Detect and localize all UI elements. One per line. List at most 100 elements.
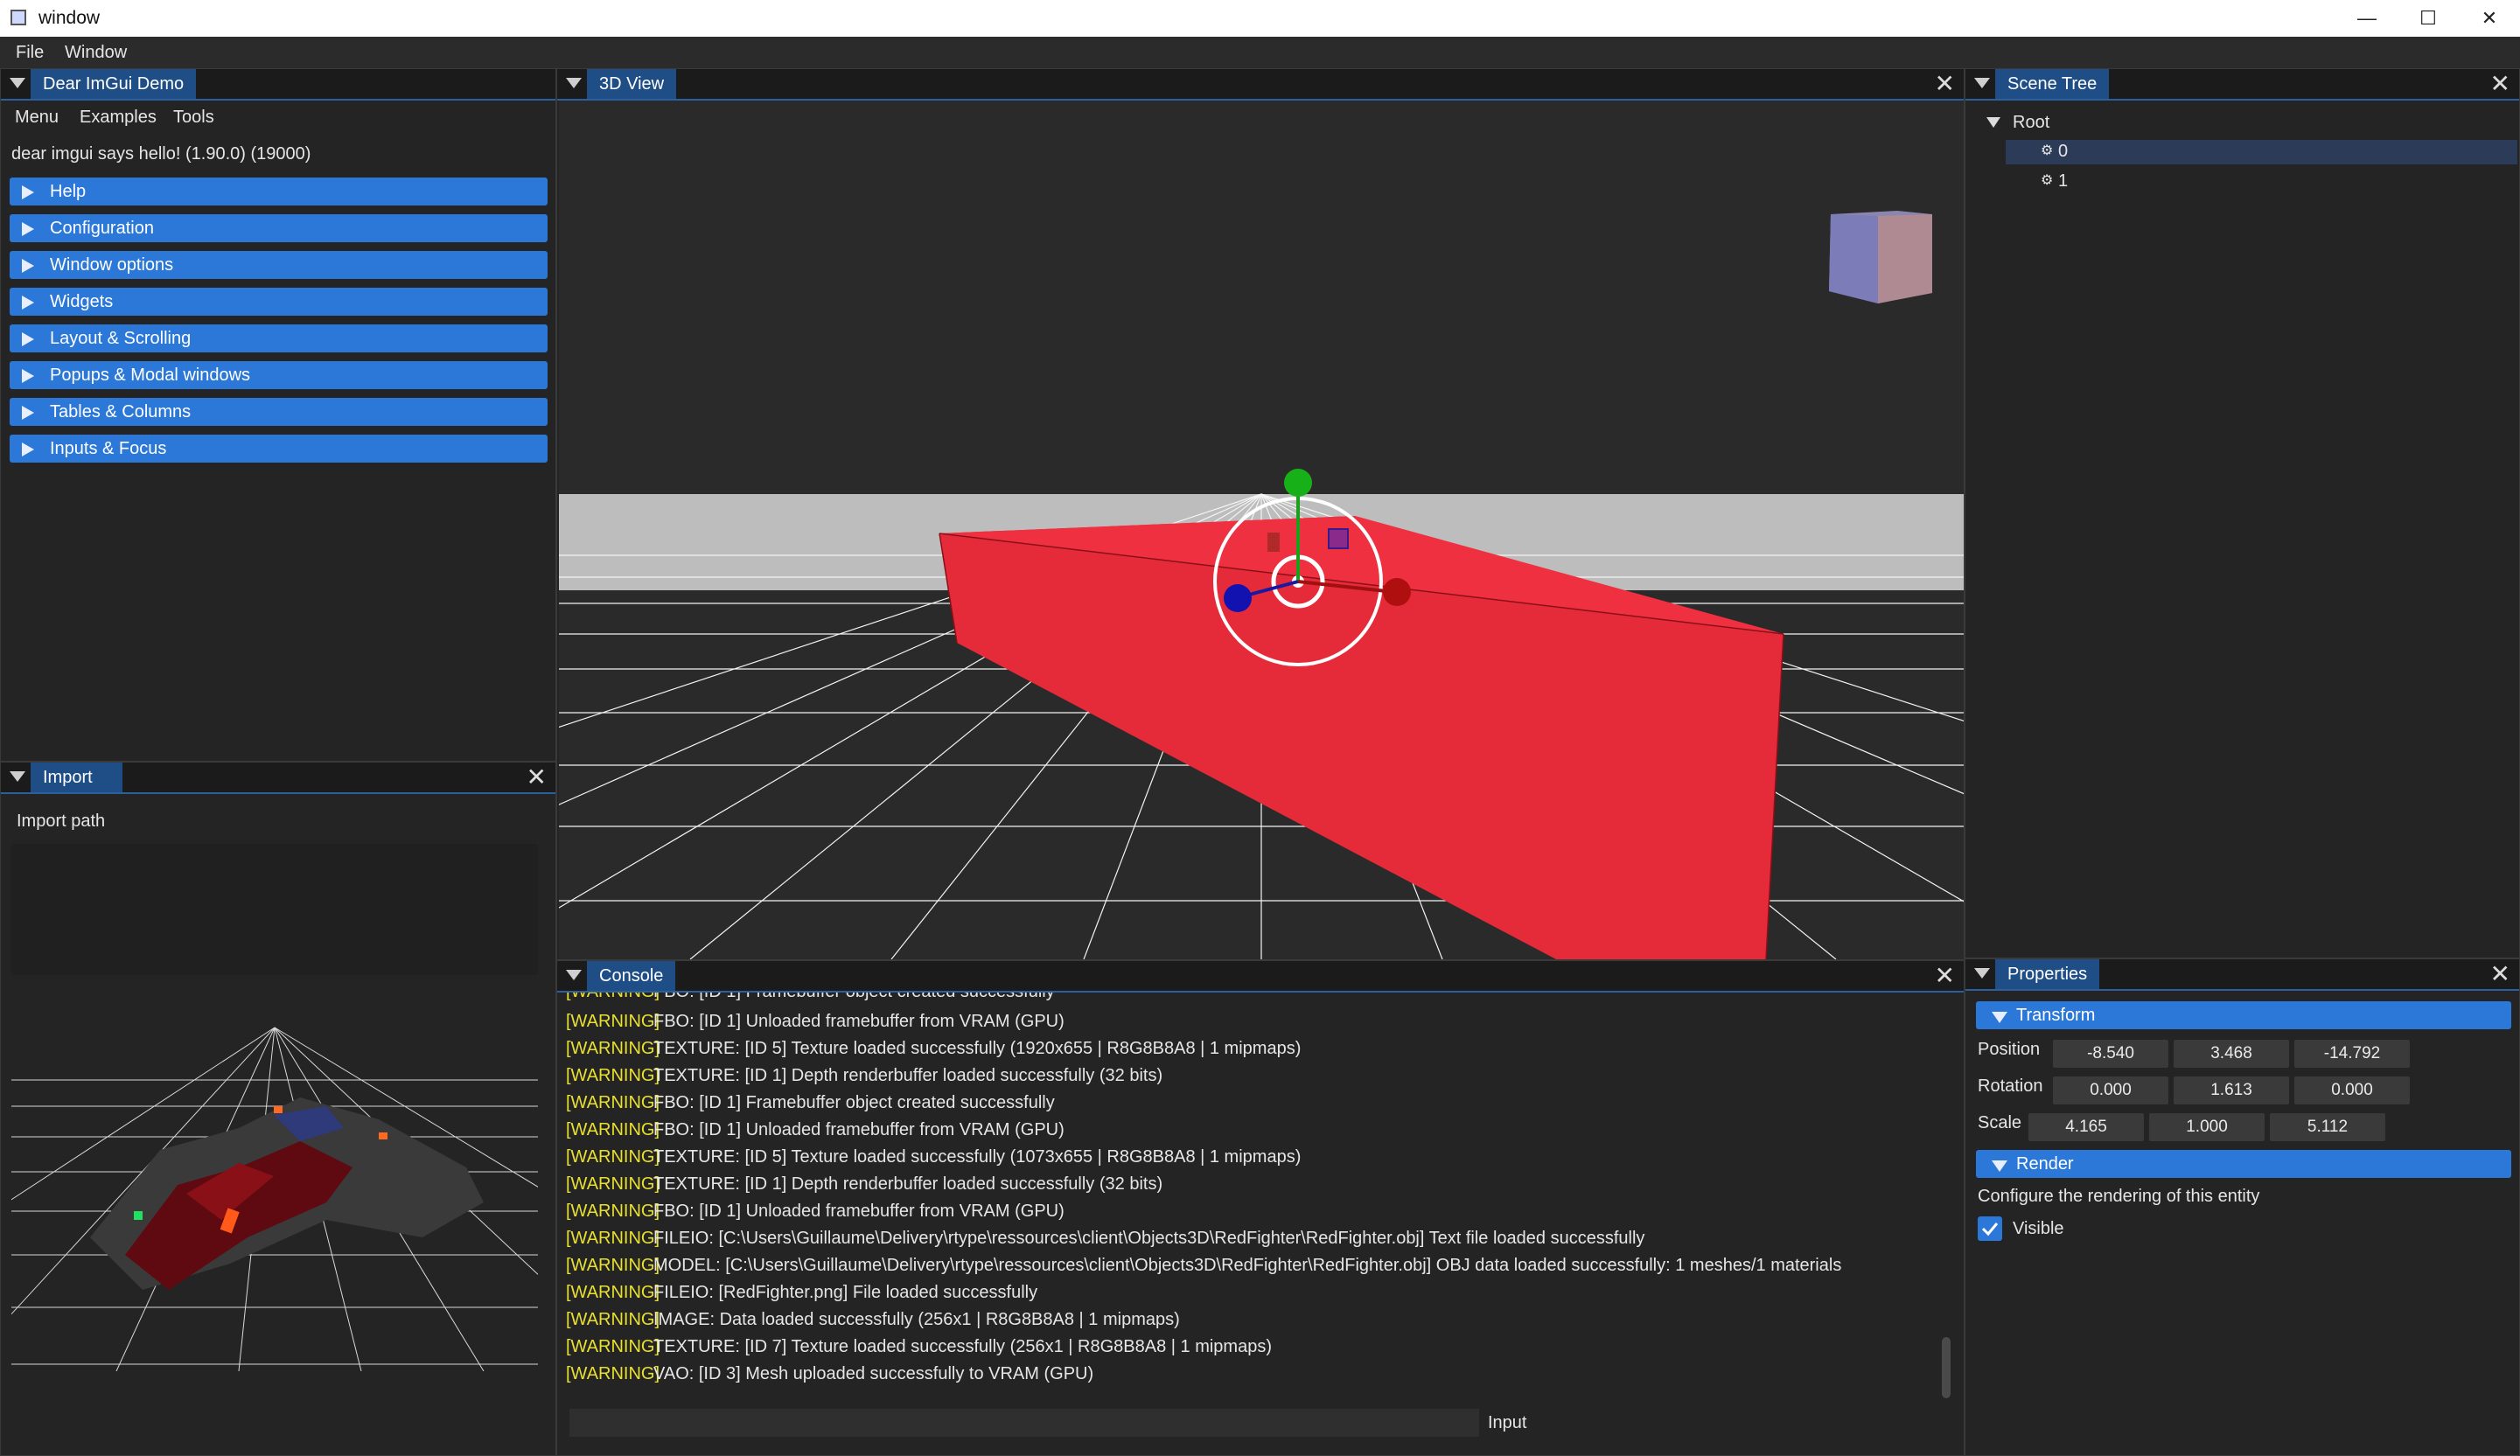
log-message: MODEL: [C:\Users\Guillaume\Delivery\rtyp… [653, 1256, 1842, 1275]
window-title: window [38, 8, 101, 28]
log-tag: [WARNING] [566, 1174, 660, 1194]
tab-demo[interactable]: Dear ImGui Demo [31, 69, 197, 99]
log-tag: [WARNING] [566, 1202, 660, 1221]
scale-y-field[interactable]: 1.000 [2149, 1113, 2265, 1141]
close-icon[interactable]: ✕ [1935, 963, 1955, 989]
transform-header[interactable]: Transform [1976, 1001, 2511, 1029]
entity-icon: ⚙ [2041, 143, 2054, 158]
tab-scene-tree[interactable]: Scene Tree [1995, 69, 2110, 99]
console-tabbar: Console ✕ [557, 961, 1964, 993]
rotation-y-field[interactable]: 1.613 [2174, 1076, 2289, 1104]
section-configuration[interactable]: Configuration [10, 214, 548, 242]
gizmo-x-handle[interactable] [1383, 578, 1411, 606]
tab-import[interactable]: Import [31, 763, 122, 792]
console-log: [WARNING] FBO: [ID 1] Framebuffer object… [566, 993, 1930, 1402]
rotation-x-field[interactable]: 0.000 [2053, 1076, 2168, 1104]
app-icon [10, 10, 26, 25]
import-panel: Import ✕ Import path [0, 762, 556, 1456]
section-label: Popups & Modal windows [50, 366, 251, 385]
expand-arrow-icon [22, 332, 34, 346]
gizmo-y-handle[interactable] [1284, 469, 1312, 497]
import-panel-tabbar: Import ✕ [1, 763, 555, 794]
visible-checkbox[interactable] [1978, 1216, 2002, 1241]
tab-console[interactable]: Console [587, 961, 676, 991]
log-message: TEXTURE: [ID 1] Depth renderbuffer loade… [653, 1174, 1163, 1194]
close-icon[interactable]: ✕ [527, 764, 547, 791]
scale-x-field[interactable]: 4.165 [2028, 1113, 2144, 1141]
collapse-icon[interactable] [566, 970, 582, 980]
tree-root[interactable]: Root [2013, 113, 2049, 133]
header-label: Transform [2016, 1006, 2096, 1025]
log-message: FILEIO: [C:\Users\Guillaume\Delivery\rty… [653, 1229, 1645, 1248]
render-header[interactable]: Render [1976, 1150, 2511, 1178]
tab-properties[interactable]: Properties [1995, 959, 2100, 989]
scale-z-field[interactable]: 5.112 [2270, 1113, 2385, 1141]
render-description: Configure the rendering of this entity [1978, 1187, 2260, 1206]
log-message: FBO: [ID 1] Unloaded framebuffer from VR… [653, 1202, 1065, 1221]
section-label: Configuration [50, 219, 154, 238]
log-message: TEXTURE: [ID 1] Depth renderbuffer loade… [653, 1066, 1163, 1085]
import-model-preview [11, 975, 538, 1371]
position-z-field[interactable]: -14.792 [2294, 1040, 2410, 1068]
collapse-icon[interactable] [10, 78, 25, 88]
log-tag: [WARNING] [566, 1093, 660, 1112]
menu-examples[interactable]: Examples [80, 108, 157, 128]
collapse-icon[interactable] [10, 771, 25, 782]
section-window-options[interactable]: Window options [10, 251, 548, 279]
close-window-button[interactable]: ✕ [2459, 0, 2520, 37]
tree-item-0[interactable]: 0 [2058, 142, 2068, 162]
position-x-field[interactable]: -8.540 [2053, 1040, 2168, 1068]
log-message: FBO: [ID 1] Unloaded framebuffer from VR… [653, 1012, 1065, 1031]
position-y-field[interactable]: 3.468 [2174, 1040, 2289, 1068]
section-tables-columns[interactable]: Tables & Columns [10, 398, 548, 426]
section-help[interactable]: Help [10, 178, 548, 206]
log-tag: [WARNING] [566, 1147, 660, 1167]
demo-panel: Dear ImGui Demo Menu Examples Tools dear… [0, 68, 556, 762]
rotation-z-field[interactable]: 0.000 [2294, 1076, 2410, 1104]
close-icon[interactable]: ✕ [2490, 961, 2510, 987]
tree-expand-icon[interactable] [1986, 117, 2000, 128]
collapse-icon[interactable] [566, 78, 582, 88]
menu-tools[interactable]: Tools [173, 108, 214, 128]
properties-tabbar: Properties ✕ [1965, 959, 2519, 991]
section-label: Inputs & Focus [50, 439, 167, 458]
view-cube-icon[interactable] [1829, 211, 1932, 303]
menu-menu[interactable]: Menu [15, 108, 59, 128]
scene-tree-panel: Scene Tree ✕ Root ⚙ 0 ⚙ 1 [1965, 68, 2520, 958]
view3d-panel-tabbar: 3D View ✕ [557, 69, 1964, 101]
visible-label: Visible [2013, 1219, 2064, 1238]
maximize-button[interactable]: ☐ [2398, 0, 2459, 37]
section-widgets[interactable]: Widgets [10, 288, 548, 316]
log-message: VAO: [ID 3] Mesh uploaded successfully t… [653, 1364, 1094, 1383]
menu-window[interactable]: Window [65, 43, 127, 63]
log-message: TEXTURE: [ID 5] Texture loaded successfu… [653, 1039, 1302, 1058]
section-label: Layout & Scrolling [50, 329, 192, 348]
tree-item-1[interactable]: 1 [2058, 171, 2068, 192]
close-icon[interactable]: ✕ [2490, 71, 2510, 97]
log-tag: [WARNING] [566, 1039, 660, 1058]
log-tag: [WARNING] [566, 1012, 660, 1031]
log-tag: [WARNING] [566, 1256, 660, 1275]
collapse-arrow-icon [1992, 1160, 2007, 1172]
scene-tree-tabbar: Scene Tree ✕ [1965, 69, 2519, 101]
collapse-icon[interactable] [1974, 78, 1990, 88]
close-icon[interactable]: ✕ [1935, 71, 1955, 97]
position-label: Position [1978, 1040, 2041, 1059]
section-inputs-focus[interactable]: Inputs & Focus [10, 435, 548, 463]
collapse-icon[interactable] [1974, 968, 1990, 979]
expand-arrow-icon [22, 442, 34, 456]
tab-3d-view[interactable]: 3D View [587, 69, 677, 99]
console-scrollbar[interactable] [1942, 1337, 1951, 1398]
section-popups-modal[interactable]: Popups & Modal windows [10, 361, 548, 389]
console-input[interactable] [569, 1409, 1479, 1437]
log-message: IMAGE: Data loaded successfully (256x1 |… [653, 1310, 1180, 1329]
section-layout-scrolling[interactable]: Layout & Scrolling [10, 324, 548, 352]
log-tag: [WARNING] [566, 1310, 660, 1329]
gizmo-z-handle[interactable] [1224, 584, 1252, 612]
section-label: Window options [50, 255, 174, 275]
minimize-button[interactable]: — [2336, 0, 2398, 37]
viewport-3d[interactable] [559, 101, 1964, 959]
log-message: FBO: [ID 1] Framebuffer object created s… [653, 993, 1055, 1002]
tree-item-selected[interactable] [2006, 140, 2517, 164]
menu-file[interactable]: File [16, 43, 44, 63]
